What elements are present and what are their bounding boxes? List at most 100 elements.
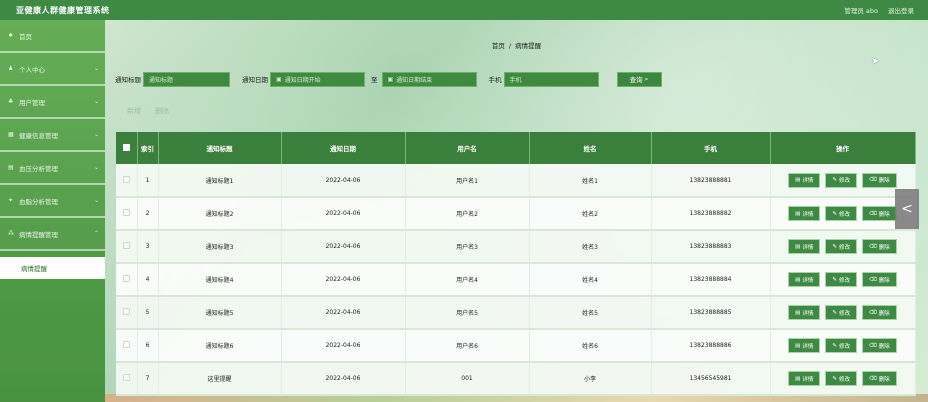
edit-button[interactable]: ✎ 修改 [825, 172, 858, 188]
title-cell: 通知标题6 [158, 329, 282, 363]
edit-button[interactable]: ✎ 修改 [825, 206, 858, 221]
sidebar-item[interactable]: ⁂ 病情提醒管理 ⌃ [0, 218, 105, 251]
edit-icon: ✎ [832, 276, 837, 283]
breadcrumb-home[interactable]: 首页 [492, 42, 505, 50]
edit-button[interactable]: ✎ 修改 [825, 272, 858, 287]
table-row: 7 这里提醒 2022-04-06 001 小李 13456545981 ▤ 详情 ✎ 修改 ⌫ 删除 [116, 362, 916, 396]
row-checkbox[interactable] [122, 175, 130, 183]
pin-icon: ✦ [8, 197, 14, 204]
table-row: 5 通知标题5 2022-04-06 用户名5 姓名5 13823888885 ▤ 详情 ✎ 修改… [116, 296, 916, 330]
index-cell: 3 [137, 230, 159, 264]
detail-button[interactable]: ▤ 详情 [788, 172, 821, 188]
date-end-placeholder: 通知日期结束 [396, 76, 433, 84]
detail-button[interactable]: ▤ 详情 [788, 206, 821, 221]
table-row: 6 通知标题6 2022-04-06 用户名6 姓名6 13823888886 ▤ 详情 ✎ 修改… [116, 329, 916, 363]
column-header: 索引 [137, 132, 159, 164]
sidebar-item[interactable]: ♣ 用户管理 ⌄ [0, 86, 105, 119]
sidebar-item[interactable]: ♟ 个人中心 ⌄ [0, 53, 105, 86]
detail-label: 详情 [802, 211, 814, 218]
sidebar-item[interactable]: ▦ 健康信息管理 ⌄ [0, 119, 105, 152]
select-all-cell [116, 132, 138, 164]
sidebar-item[interactable]: ▤ 血压分析管理 ⌄ [0, 152, 105, 185]
row-checkbox[interactable] [122, 242, 130, 249]
logout-link[interactable]: 退出登录 [888, 5, 914, 15]
sidebar-item-label: 用户管理 [19, 98, 45, 107]
phone-cell: 13823888886 [651, 329, 771, 363]
sidebar: ♠ 首页 ♟ 个人中心 ⌄ ♣ 用户管理 ⌄ ▦ 健康信息管理 ⌄ ▤ 血压分析管理 ⌄ ✦ 血脂分析管理 ⌄ ⁂… [0, 20, 105, 402]
sidebar-item[interactable]: ♠ 首页 [0, 20, 105, 53]
detail-label: 详情 [802, 244, 814, 251]
edit-button[interactable]: ✎ 修改 [825, 371, 858, 386]
phone-cell: 13823888884 [651, 263, 771, 297]
trash-icon: ⌫ [869, 177, 877, 183]
collapse-tab[interactable]: < [895, 189, 919, 229]
row-checkbox[interactable] [122, 275, 130, 282]
title-input[interactable]: 通知标题 [143, 71, 230, 87]
operations-cell: ▤ 详情 ✎ 修改 ⌫ 删除 [770, 329, 916, 363]
edit-icon: ✎ [832, 177, 837, 183]
row-checkbox[interactable] [122, 308, 130, 315]
edit-label: 修改 [839, 244, 851, 251]
column-header: 通知标题 [158, 132, 282, 164]
edit-button[interactable]: ✎ 修改 [825, 338, 858, 353]
delete-row-button[interactable]: ⌫ 删除 [862, 172, 897, 188]
select-all-checkbox[interactable] [122, 143, 130, 151]
sidebar-item-label: 血脂分析管理 [19, 197, 58, 206]
operations-cell: ▤ 详情 ✎ 修改 ⌫ 删除 [770, 197, 916, 231]
app-title: 亚健康人群健康管理系统 [16, 5, 110, 15]
detail-label: 详情 [802, 178, 814, 184]
date-end-input[interactable]: ▣ 通知日期结束 [381, 71, 477, 87]
name-cell: 姓名3 [529, 230, 652, 264]
edit-icon: ✎ [832, 243, 837, 250]
sidebar-subitem-reminder[interactable]: 病情提醒 [0, 257, 105, 279]
trash-icon: ⌫ [869, 243, 877, 250]
title-cell: 通知标题2 [158, 197, 282, 231]
index-cell: 7 [137, 362, 159, 396]
title-cell: 通知标题5 [158, 296, 282, 330]
row-select-cell [116, 164, 138, 198]
edit-button[interactable]: ✎ 修改 [825, 305, 858, 320]
row-select-cell [116, 230, 138, 264]
detail-icon: ▤ [795, 177, 801, 183]
delete-row-button[interactable]: ⌫ 删除 [862, 338, 897, 353]
search-button[interactable]: 查询 ⌕ [616, 71, 662, 87]
delete-button[interactable]: 删除 [155, 106, 169, 116]
detail-button[interactable]: ▤ 详情 [788, 305, 821, 320]
detail-button[interactable]: ▤ 详情 [788, 338, 821, 353]
phone-input[interactable]: 手机 [503, 71, 599, 87]
row-checkbox[interactable] [122, 341, 130, 348]
sidebar-item-label: 首页 [19, 32, 32, 41]
delete-row-button[interactable]: ⌫ 删除 [862, 305, 897, 320]
row-checkbox[interactable] [122, 209, 130, 216]
add-button[interactable]: 新增 [127, 106, 141, 116]
index-cell: 4 [137, 263, 159, 297]
detail-button[interactable]: ▤ 详情 [788, 272, 821, 287]
detail-button[interactable]: ▤ 详情 [788, 239, 821, 254]
edit-icon: ✎ [832, 309, 837, 316]
date-cell: 2022-04-06 [281, 263, 406, 297]
trash-icon: ⌫ [869, 210, 877, 217]
detail-button[interactable]: ▤ 详情 [788, 371, 821, 386]
delete-label: 删除 [878, 211, 890, 218]
index-cell: 2 [137, 197, 159, 231]
delete-label: 删除 [878, 376, 890, 383]
operations-cell: ▤ 详情 ✎ 修改 ⌫ 删除 [770, 263, 916, 297]
delete-row-button[interactable]: ⌫ 删除 [862, 239, 897, 254]
delete-row-button[interactable]: ⌫ 删除 [862, 206, 897, 221]
calendar-icon: ▣ [276, 75, 282, 83]
name-cell: 姓名5 [529, 296, 652, 330]
detail-icon: ▤ [795, 375, 801, 382]
edit-button[interactable]: ✎ 修改 [825, 239, 858, 254]
edit-label: 修改 [839, 277, 851, 284]
row-checkbox[interactable] [122, 374, 130, 381]
to-label: 至 [371, 76, 378, 84]
date-start-input[interactable]: ▣ 通知日期开始 [270, 71, 365, 87]
toolbar: 新增 删除 [127, 106, 169, 116]
phone-cell: 13823888885 [651, 296, 771, 330]
delete-row-button[interactable]: ⌫ 删除 [862, 272, 897, 287]
delete-row-button[interactable]: ⌫ 删除 [862, 371, 897, 386]
user-menu[interactable]: 管理员 abo [844, 5, 878, 15]
detail-icon: ▤ [795, 210, 801, 217]
sidebar-item[interactable]: ✦ 血脂分析管理 ⌄ [0, 185, 105, 218]
username-cell: 用户名4 [405, 263, 530, 297]
